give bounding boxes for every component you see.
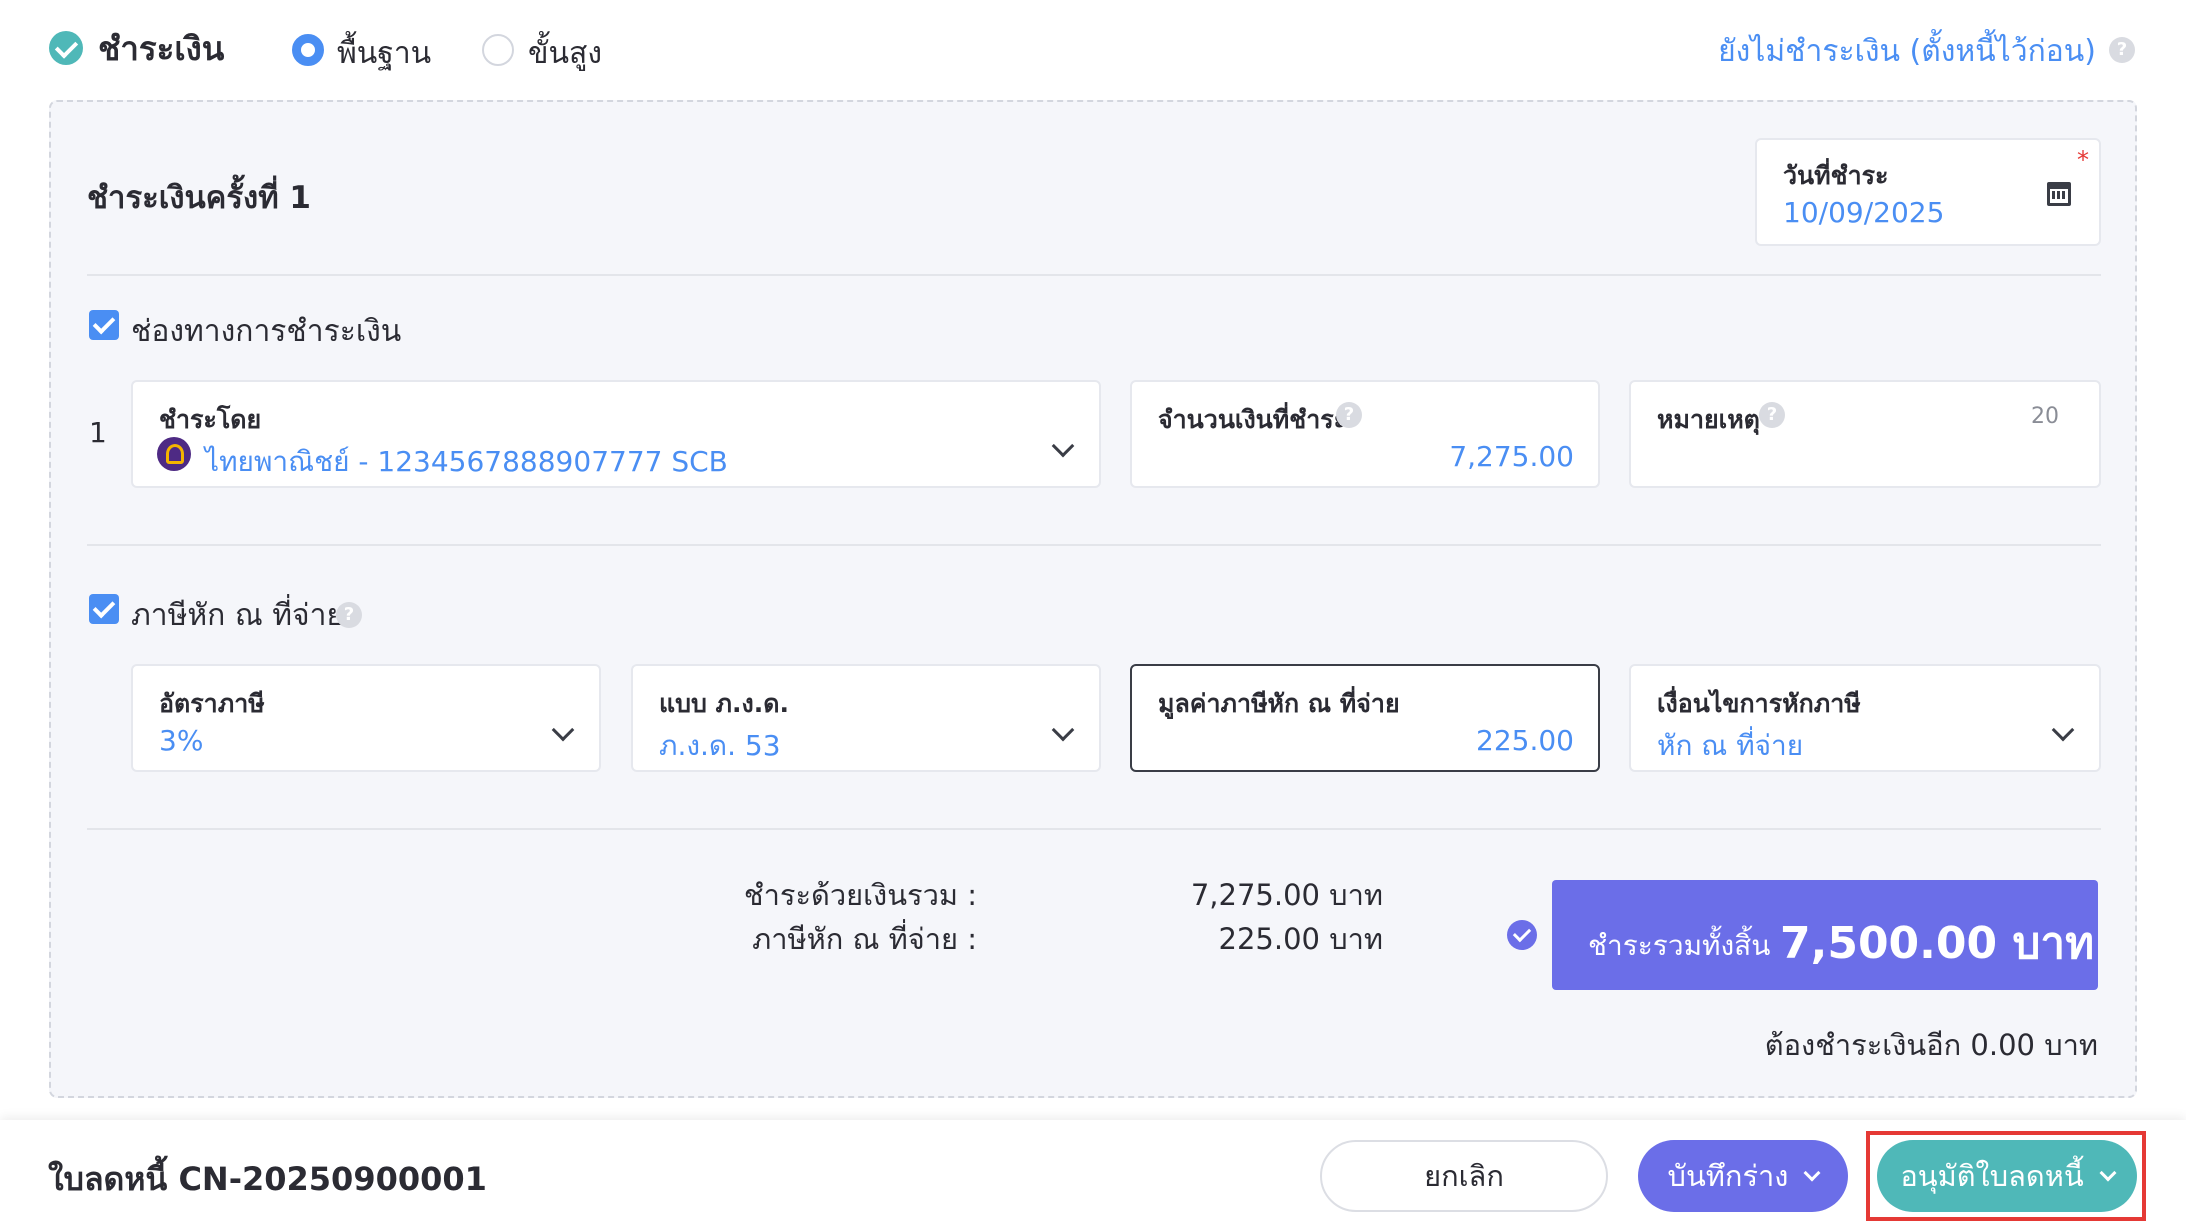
tax-rate-label: อัตราภาษี [159, 689, 265, 718]
divider [87, 544, 2101, 546]
scb-bank-logo [157, 437, 191, 471]
tax-condition-select[interactable]: เงื่อนไขการหักภาษี หัก ณ ที่จ่าย [1629, 664, 2101, 772]
radio-advanced-label[interactable]: ขั้นสูง [528, 30, 602, 77]
tax-rate-value: 3% [159, 724, 204, 757]
tax-amount-value[interactable]: 225.00 [1476, 724, 1574, 757]
withholding-label: ภาษีหัก ณ ที่จ่าย [131, 598, 345, 633]
check-circle-icon [1507, 920, 1537, 950]
payment-header: ชำระเงิน พื้นฐาน ขั้นสูง ยังไม่ชำระเงิน … [0, 0, 2186, 96]
grand-total-label: ชำระรวมทั้งสิ้น [1588, 929, 1771, 962]
amount-label: จำนวนเงินที่ชำระ [1158, 405, 1348, 434]
note-label: หมายเหตุ [1657, 405, 1760, 434]
unpaid-link[interactable]: ยังไม่ชำระเงิน (ตั้งหนี้ไว้ก่อน) [1718, 28, 2096, 75]
pnd-form-label: แบบ ภ.ง.ด. [659, 689, 789, 718]
tax-amount-label: มูลค่าภาษีหัก ณ ที่จ่าย [1158, 689, 1400, 718]
radio-basic[interactable] [292, 34, 324, 66]
save-draft-button[interactable]: บันทึกร่าง [1638, 1140, 1848, 1212]
divider [87, 274, 2101, 276]
divider [87, 828, 2101, 830]
grand-total-value: 7,500.00 บาท [1780, 918, 2095, 969]
question-icon[interactable]: ? [1759, 402, 1785, 428]
cash-total-label: ชำระด้วยเงินรวม : [743, 878, 977, 912]
withholding-checkbox[interactable] [89, 594, 119, 624]
payment-heading: ชำระเงินครั้งที่ 1 [87, 180, 311, 216]
amount-field[interactable]: จำนวนเงินที่ชำระ ? 7,275.00 [1130, 380, 1600, 488]
wht-total-label: ภาษีหัก ณ ที่จ่าย : [752, 922, 977, 956]
chevron-down-icon[interactable] [1051, 434, 1075, 458]
channel-label: ช่องทางการชำระเงิน [131, 314, 402, 349]
channel-checkbox[interactable] [89, 310, 119, 340]
grand-total-box: ชำระรวมทั้งสิ้น 7,500.00 บาท [1552, 880, 2098, 990]
document-title: ใบลดหนี้ CN-20250900001 [48, 1160, 487, 1198]
save-draft-label: บันทึกร่าง [1667, 1159, 1789, 1193]
paid-by-value: ไทยพาณิชย์ - 1234567888907777 SCB [205, 445, 728, 478]
amount-value[interactable]: 7,275.00 [1449, 440, 1574, 473]
cash-total-value: 7,275.00 บาท [1190, 878, 1383, 912]
paid-by-label: ชำระโดย [159, 405, 262, 434]
chevron-down-icon[interactable] [2051, 718, 2075, 742]
chevron-down-icon [1803, 1164, 1821, 1182]
footer-bar: ใบลดหนี้ CN-20250900001 ยกเลิก บันทึกร่า… [0, 1120, 2186, 1222]
question-icon[interactable]: ? [2109, 37, 2135, 63]
note-char-counter: 20 [2031, 404, 2059, 429]
question-icon[interactable]: ? [336, 602, 362, 628]
payment-title: ชำระเงิน [98, 29, 225, 68]
wht-total-value: 225.00 บาท [1218, 922, 1384, 956]
chevron-down-icon[interactable] [1051, 718, 1075, 742]
tax-amount-field[interactable]: มูลค่าภาษีหัก ณ ที่จ่าย 225.00 [1130, 664, 1600, 772]
tax-condition-label: เงื่อนไขการหักภาษี [1657, 689, 1861, 718]
chevron-down-icon[interactable] [551, 718, 575, 742]
pnd-form-value: ภ.ง.ด. 53 [659, 729, 781, 762]
question-icon[interactable]: ? [1336, 402, 1362, 428]
row-number: 1 [89, 416, 107, 449]
cancel-button[interactable]: ยกเลิก [1320, 1140, 1608, 1212]
remaining-amount: ต้องชำระเงินอีก 0.00 บาท [1764, 1028, 2098, 1062]
payment-date-label: วันที่ชำระ [1783, 161, 1889, 190]
calendar-icon[interactable] [2047, 182, 2071, 206]
note-field[interactable]: หมายเหตุ ? 20 [1629, 380, 2101, 488]
payment-date-field[interactable]: วันที่ชำระ 10/09/2025 * [1755, 138, 2101, 246]
required-mark: * [2077, 146, 2089, 174]
payment-date-value[interactable]: 10/09/2025 [1783, 196, 1944, 229]
approve-highlight-box [1866, 1131, 2146, 1221]
cancel-button-label: ยกเลิก [1424, 1159, 1504, 1193]
paid-by-select[interactable]: ชำระโดย ไทยพาณิชย์ - 1234567888907777 SC… [131, 380, 1101, 488]
tax-rate-select[interactable]: อัตราภาษี 3% [131, 664, 601, 772]
pnd-form-select[interactable]: แบบ ภ.ง.ด. ภ.ง.ด. 53 [631, 664, 1101, 772]
radio-advanced[interactable] [482, 34, 514, 66]
radio-basic-label[interactable]: พื้นฐาน [337, 30, 431, 77]
check-circle-icon [49, 31, 83, 65]
tax-condition-value: หัก ณ ที่จ่าย [1657, 729, 1804, 762]
